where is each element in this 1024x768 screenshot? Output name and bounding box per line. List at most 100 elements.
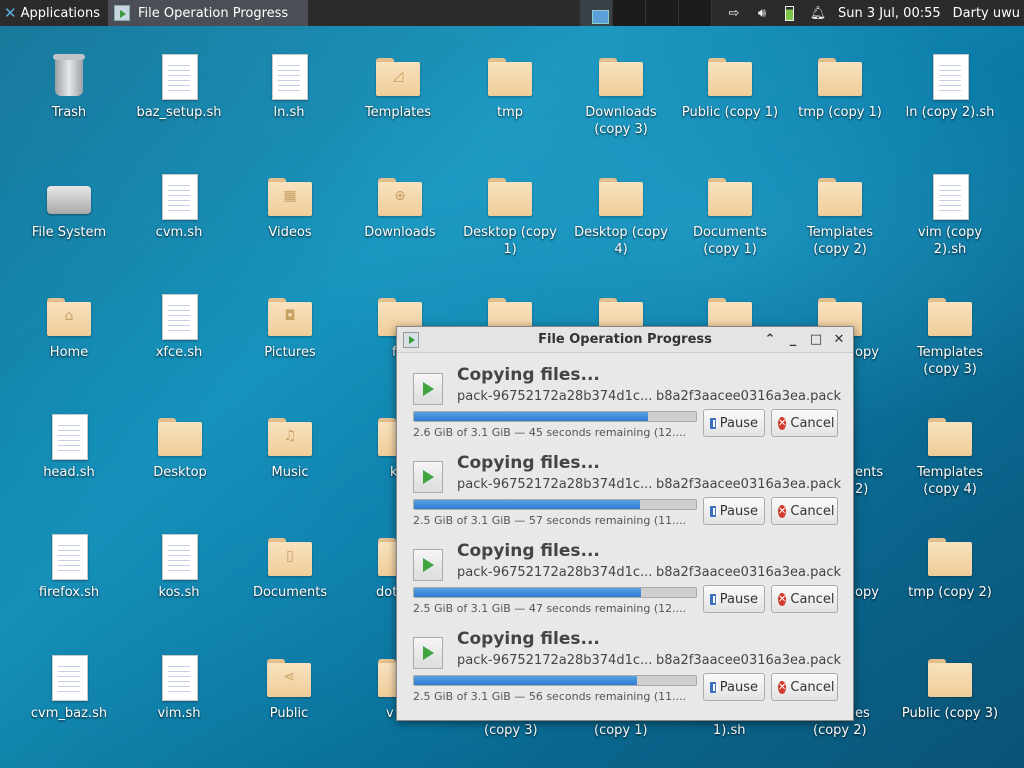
file-copy-icon <box>413 637 443 669</box>
desktop-icon[interactable]: ▯ Documents <box>240 532 340 601</box>
desktop-icon[interactable]: tmp (copy 2) <box>900 532 1000 601</box>
desktop-icon[interactable]: head.sh <box>19 412 119 481</box>
source-file: pack-96752172a28b374d1c... <box>457 477 653 492</box>
desktop-icon[interactable]: ◘ Pictures <box>240 292 340 361</box>
desktop-icon[interactable]: Desktop <box>130 412 230 481</box>
desktop-icon[interactable]: tmp (copy 1) <box>790 52 890 121</box>
folder-icon <box>597 52 645 100</box>
progress-fill <box>414 676 637 685</box>
cancel-button[interactable]: ✕ Cancel <box>771 409 838 437</box>
pause-button[interactable]: Pause <box>703 585 765 613</box>
workspace-2[interactable] <box>613 0 646 26</box>
script-file-icon <box>155 653 203 701</box>
desktop-icon[interactable]: ▦ Videos <box>240 172 340 241</box>
icon-label: Templates <box>364 105 432 120</box>
pause-label: Pause <box>719 679 758 695</box>
user-menu[interactable]: Darty uwu <box>953 6 1020 21</box>
desktop-icon[interactable]: Templates (copy 3) <box>900 292 1000 378</box>
clock[interactable]: Sun 3 Jul, 00:55 <box>838 6 941 21</box>
icon-label: Public <box>269 706 309 721</box>
desktop-icon[interactable]: ln.sh <box>239 52 339 121</box>
desktop-icon[interactable]: firefox.sh <box>19 532 119 601</box>
file-copy-icon <box>413 461 443 493</box>
file-operation-dialog: File Operation Progress ⌃ _ □ ✕ Copying … <box>396 326 854 721</box>
desktop-icon[interactable]: Templates (copy 2) <box>790 172 890 258</box>
notification-bell-icon[interactable]: 🔔︎ <box>810 5 827 21</box>
folder-icon <box>156 412 204 460</box>
desktop-icon[interactable]: ⌂ Home <box>19 292 119 361</box>
desktop-icon[interactable]: cvm.sh <box>129 172 229 241</box>
operation-heading: Copying files... <box>457 453 600 473</box>
maximize-button[interactable]: □ <box>808 331 824 349</box>
progress-fill <box>414 588 641 597</box>
source-file: pack-96752172a28b374d1c... <box>457 653 653 668</box>
desktop-icon[interactable]: Downloads (copy 3) <box>571 52 671 138</box>
drive-icon <box>45 172 93 220</box>
progress-bar <box>413 411 697 422</box>
volume-icon[interactable]: 🔊︎ <box>754 5 770 21</box>
desktop-icon[interactable]: vim.sh <box>129 653 229 722</box>
copy-operation: Copying files... pack-96752172a28b374d1c… <box>397 629 855 717</box>
desktop-icon[interactable]: Public (copy 3) <box>900 653 1000 722</box>
pause-button[interactable]: Pause <box>703 409 765 437</box>
templates-folder-icon: ◿ <box>374 52 422 100</box>
desktop-icon[interactable]: ⋖ Public <box>239 653 339 722</box>
close-button[interactable]: ✕ <box>831 331 847 349</box>
icon-label: kos.sh <box>158 585 200 600</box>
pause-button[interactable]: Pause <box>703 497 765 525</box>
desktop-icon[interactable]: ln (copy 2).sh <box>900 52 1000 121</box>
folder-icon <box>706 172 754 220</box>
cancel-icon: ✕ <box>778 504 787 518</box>
desktop-icon[interactable]: ♫ Music <box>240 412 340 481</box>
file-copy-tray-icon[interactable]: ⇨ <box>726 5 742 21</box>
desktop-icon[interactable]: baz_setup.sh <box>129 52 229 121</box>
desktop-icon[interactable]: vim (copy 2).sh <box>900 172 1000 258</box>
desktop-icon[interactable]: Public (copy 1) <box>680 52 780 121</box>
desktop-icon[interactable]: Desktop (copy 4) <box>571 172 671 258</box>
shade-button[interactable]: ⌃ <box>762 331 778 349</box>
desktop-icon[interactable]: Trash <box>19 52 119 121</box>
applications-menu[interactable]: ✕ Applications <box>0 0 104 26</box>
icon-label: Videos <box>268 225 312 240</box>
desktop-icon[interactable]: Desktop (copy 1) <box>460 172 560 258</box>
desktop-icon[interactable]: ⊕ Downloads <box>350 172 450 241</box>
minimize-button[interactable]: _ <box>785 331 801 349</box>
folder-icon <box>926 412 974 460</box>
desktop-icon[interactable]: ◿ Templates <box>348 52 448 121</box>
system-tray: ⇨ 🔊︎ 🔔︎ Sun 3 Jul, 00:55 Darty uwu <box>725 0 1024 26</box>
pause-label: Pause <box>719 503 758 519</box>
desktop-icon[interactable]: Templates (copy 4) <box>900 412 1000 498</box>
battery-icon[interactable] <box>782 5 798 21</box>
pause-button[interactable]: Pause <box>703 673 765 701</box>
progress-bar <box>413 499 697 510</box>
videos-folder-icon: ▦ <box>266 172 314 220</box>
workspace-1[interactable] <box>580 0 613 26</box>
workspace-3[interactable] <box>646 0 679 26</box>
cancel-button[interactable]: ✕ Cancel <box>771 585 838 613</box>
icon-label: Desktop (copy 1) <box>463 225 557 257</box>
script-file-icon <box>155 52 203 100</box>
icon-label: Desktop (copy 4) <box>574 225 668 257</box>
source-file: pack-96752172a28b374d1c... <box>457 389 653 404</box>
icon-label: Home <box>49 345 89 360</box>
copy-operation: Copying files... pack-96752172a28b374d1c… <box>397 365 855 453</box>
icon-label: Desktop <box>153 465 207 480</box>
dest-file: b8a2f3aacee0316a3ea.pack <box>656 389 841 404</box>
workspace-4[interactable] <box>679 0 712 26</box>
pause-label: Pause <box>719 591 758 607</box>
taskbar-button-file-operation[interactable]: File Operation Progress <box>108 0 308 26</box>
icon-label: vim (copy 2).sh <box>917 225 983 257</box>
dialog-titlebar[interactable]: File Operation Progress ⌃ _ □ ✕ <box>397 327 853 353</box>
desktop-icon[interactable]: xfce.sh <box>129 292 229 361</box>
desktop-icon[interactable]: tmp <box>460 52 560 121</box>
desktop-icon[interactable]: Documents (copy 1) <box>680 172 780 258</box>
desktop-icon[interactable]: kos.sh <box>129 532 229 601</box>
icon-label: Templates (copy 4) <box>916 465 984 497</box>
desktop-icon[interactable]: File System <box>19 172 119 241</box>
desktop-icon[interactable]: cvm_baz.sh <box>19 653 119 722</box>
icon-label: tmp <box>496 105 523 120</box>
icon-label: vim.sh <box>157 706 201 721</box>
cancel-button[interactable]: ✕ Cancel <box>771 673 838 701</box>
cancel-button[interactable]: ✕ Cancel <box>771 497 838 525</box>
script-file-icon <box>265 52 313 100</box>
